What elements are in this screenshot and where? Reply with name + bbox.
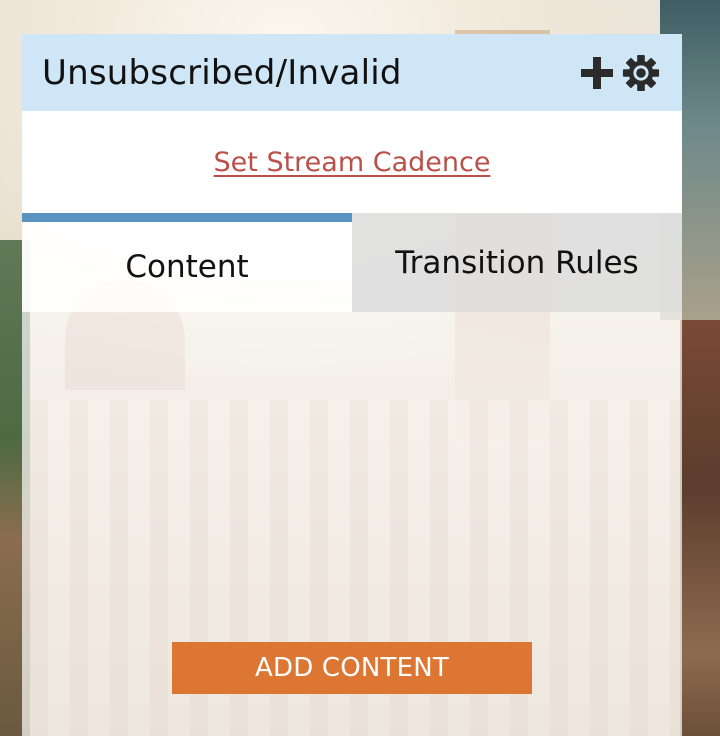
gear-icon[interactable] [622, 54, 660, 92]
panel-header: Unsubscribed/Invalid [22, 34, 682, 111]
add-content-button[interactable]: ADD CONTENT [172, 642, 532, 694]
set-stream-cadence-link[interactable]: Set Stream Cadence [214, 147, 491, 178]
cadence-row: Set Stream Cadence [22, 111, 682, 213]
background-buildings [680, 320, 720, 736]
stream-panel: Unsubscribed/Invalid Set Stream Cadence … [22, 34, 682, 736]
tab-bar: Content Transition Rules [22, 213, 682, 312]
plus-icon[interactable] [578, 54, 616, 92]
page: Unsubscribed/Invalid Set Stream Cadence … [0, 0, 720, 736]
panel-title: Unsubscribed/Invalid [42, 52, 402, 93]
content-area: ADD CONTENT [22, 312, 682, 736]
header-actions [578, 54, 660, 92]
tab-content[interactable]: Content [22, 213, 352, 312]
tab-transition-rules[interactable]: Transition Rules [352, 213, 682, 312]
